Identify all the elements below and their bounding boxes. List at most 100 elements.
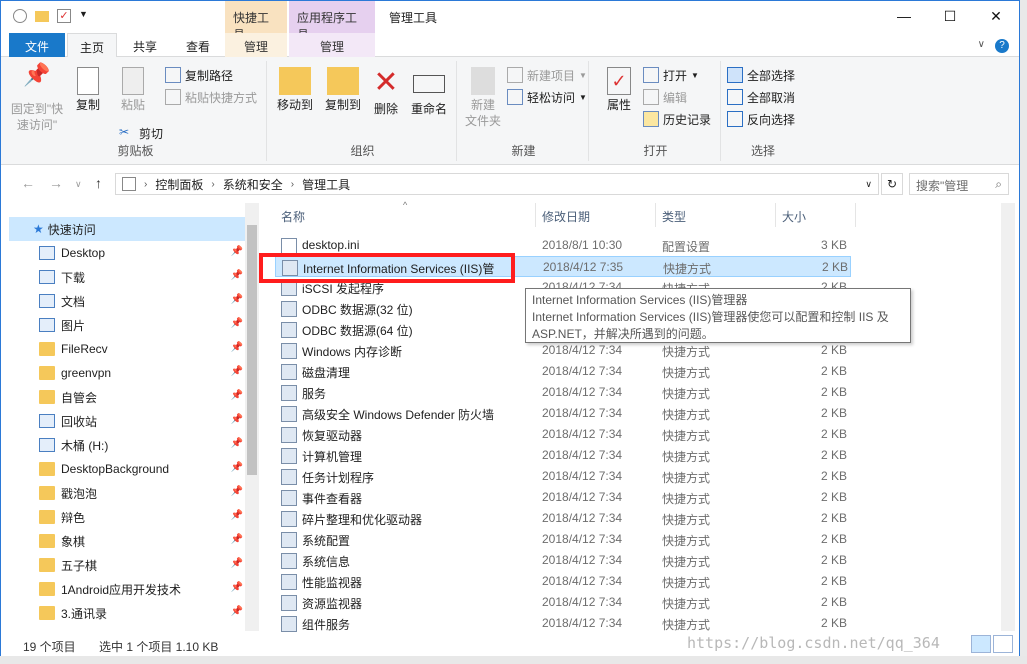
- rename-button[interactable]: 重命名: [407, 67, 451, 117]
- file-row[interactable]: 系统配置 2018/4/12 7:34 快捷方式 2 KB: [275, 529, 851, 550]
- address-dropdown-icon[interactable]: ∨: [865, 179, 872, 190]
- chevron-down-icon[interactable]: ▼: [79, 9, 93, 23]
- pin-icon[interactable]: 📌: [231, 534, 243, 545]
- recent-chevron-icon[interactable]: ∨: [75, 179, 82, 190]
- nav-item[interactable]: FileRecv 📌: [9, 337, 245, 361]
- nav-item[interactable]: 图片 📌: [9, 313, 245, 337]
- pin-icon[interactable]: 📌: [231, 366, 243, 377]
- pin-icon[interactable]: 📌: [231, 582, 243, 593]
- edit-button[interactable]: 编辑: [643, 87, 687, 107]
- tab-home[interactable]: 主页: [67, 33, 117, 58]
- column-date[interactable]: 修改日期: [542, 208, 590, 225]
- pin-icon[interactable]: 📌: [231, 558, 243, 569]
- help-icon[interactable]: ?: [995, 39, 1009, 53]
- copy-path-button[interactable]: 复制路径: [165, 65, 233, 85]
- pin-icon[interactable]: 📌: [231, 390, 243, 401]
- back-arrow-icon[interactable]: ←: [21, 175, 35, 191]
- copy-to-button[interactable]: 复制到: [321, 67, 365, 113]
- nav-item[interactable]: 象棋 📌: [9, 529, 245, 553]
- tab-view[interactable]: 查看: [173, 33, 223, 57]
- copy-button[interactable]: 复制: [69, 67, 107, 113]
- file-row[interactable]: 磁盘清理 2018/4/12 7:34 快捷方式 2 KB: [275, 361, 851, 382]
- file-row[interactable]: 恢复驱动器 2018/4/12 7:34 快捷方式 2 KB: [275, 424, 851, 445]
- list-scrollbar[interactable]: [1001, 203, 1015, 631]
- paste-button[interactable]: 粘贴: [113, 67, 153, 113]
- properties-qat-icon[interactable]: [13, 9, 27, 23]
- address-bar[interactable]: › 控制面板 › 系统和安全 › 管理工具 ∨: [115, 173, 879, 195]
- pin-icon[interactable]: 📌: [231, 462, 243, 473]
- file-row[interactable]: 系统信息 2018/4/12 7:34 快捷方式 2 KB: [275, 550, 851, 571]
- tab-manage-app[interactable]: 管理: [289, 33, 375, 57]
- file-row[interactable]: 资源监视器 2018/4/12 7:34 快捷方式 2 KB: [275, 592, 851, 613]
- pin-quick-access-button[interactable]: 📌 固定到"快 速访问": [9, 64, 65, 133]
- file-row[interactable]: 计算机管理 2018/4/12 7:34 快捷方式 2 KB: [275, 445, 851, 466]
- nav-item[interactable]: Desktop 📌: [9, 241, 245, 265]
- nav-item[interactable]: 戳泡泡 📌: [9, 481, 245, 505]
- column-size[interactable]: 大小: [782, 208, 806, 225]
- pin-icon[interactable]: 📌: [231, 246, 243, 257]
- history-button[interactable]: 历史记录: [643, 109, 711, 129]
- file-row[interactable]: 服务 2018/4/12 7:34 快捷方式 2 KB: [275, 382, 851, 403]
- nav-item[interactable]: 3.通讯录 📌: [9, 601, 245, 625]
- new-item-button[interactable]: 新建项目 ▼: [507, 65, 587, 85]
- pin-icon[interactable]: 📌: [231, 318, 243, 329]
- nav-item[interactable]: 下载 📌: [9, 265, 245, 289]
- cut-button[interactable]: ✂ 剪切: [119, 123, 163, 143]
- nav-item[interactable]: 1Android应用开发技术 📌: [9, 577, 245, 601]
- forward-arrow-icon[interactable]: →: [49, 175, 63, 191]
- check-qat-icon[interactable]: ✓: [57, 9, 71, 23]
- pin-icon[interactable]: 📌: [231, 606, 243, 617]
- nav-scrollbar-thumb[interactable]: [247, 225, 257, 475]
- file-row[interactable]: 事件查看器 2018/4/12 7:34 快捷方式 2 KB: [275, 487, 851, 508]
- details-view-icon[interactable]: [971, 635, 991, 653]
- search-input[interactable]: 搜索"管理 ⌕: [909, 173, 1009, 195]
- file-row[interactable]: 组件服务 2018/4/12 7:34 快捷方式 2 KB: [275, 613, 851, 634]
- refresh-button[interactable]: ↻: [881, 173, 903, 195]
- move-to-button[interactable]: 移动到: [273, 67, 317, 113]
- invert-selection-button[interactable]: 反向选择: [727, 109, 795, 129]
- maximize-button[interactable]: ☐: [927, 1, 973, 31]
- large-icons-view-icon[interactable]: [993, 635, 1013, 653]
- paste-shortcut-button[interactable]: 粘贴快捷方式: [165, 87, 257, 107]
- minimize-button[interactable]: —: [881, 1, 927, 31]
- nav-item[interactable]: 文档 📌: [9, 289, 245, 313]
- file-row[interactable]: 性能监视器 2018/4/12 7:34 快捷方式 2 KB: [275, 571, 851, 592]
- select-all-button[interactable]: 全部选择: [727, 65, 795, 85]
- delete-button[interactable]: ✕ 删除: [369, 67, 403, 117]
- tab-manage-shortcut[interactable]: 管理: [225, 33, 287, 57]
- nav-quick-access[interactable]: ★ 快速访问: [9, 217, 245, 241]
- pin-icon[interactable]: 📌: [231, 294, 243, 305]
- close-button[interactable]: ✕: [973, 1, 1019, 31]
- breadcrumb-system-security[interactable]: 系统和安全: [223, 176, 283, 193]
- pin-icon[interactable]: 📌: [231, 270, 243, 281]
- file-row[interactable]: 任务计划程序 2018/4/12 7:34 快捷方式 2 KB: [275, 466, 851, 487]
- nav-item[interactable]: 五子棋 📌: [9, 553, 245, 577]
- file-row[interactable]: 碎片整理和优化驱动器 2018/4/12 7:34 快捷方式 2 KB: [275, 508, 851, 529]
- pin-icon[interactable]: 📌: [231, 510, 243, 521]
- chevron-down-icon[interactable]: ∨: [978, 39, 985, 53]
- tab-file[interactable]: 文件: [9, 33, 65, 57]
- file-row[interactable]: 高级安全 Windows Defender 防火墙 2018/4/12 7:34 快…: [275, 403, 851, 424]
- tab-share[interactable]: 共享: [121, 33, 169, 57]
- pin-icon[interactable]: 📌: [231, 342, 243, 353]
- select-none-button[interactable]: 全部取消: [727, 87, 795, 107]
- open-button[interactable]: 打开 ▼: [643, 65, 699, 85]
- pin-icon[interactable]: 📌: [231, 438, 243, 449]
- up-arrow-icon[interactable]: ↑: [95, 175, 102, 191]
- new-folder-button[interactable]: 新建 文件夹: [463, 67, 503, 129]
- nav-item[interactable]: 自管会 📌: [9, 385, 245, 409]
- nav-scrollbar[interactable]: [245, 203, 259, 631]
- column-type[interactable]: 类型: [662, 208, 686, 225]
- breadcrumb-admin-tools[interactable]: 管理工具: [302, 176, 350, 193]
- nav-item[interactable]: 辩色 📌: [9, 505, 245, 529]
- pin-icon[interactable]: 📌: [231, 486, 243, 497]
- file-row[interactable]: Windows 内存诊断 2018/4/12 7:34 快捷方式 2 KB: [275, 340, 851, 361]
- pin-icon[interactable]: 📌: [231, 414, 243, 425]
- nav-item[interactable]: 木桶 (H:) 📌: [9, 433, 245, 457]
- properties-button[interactable]: ✓ 属性: [599, 67, 639, 113]
- column-name[interactable]: 名称: [281, 208, 305, 225]
- breadcrumb-control-panel[interactable]: 控制面板: [155, 176, 203, 193]
- nav-item[interactable]: DesktopBackground 📌: [9, 457, 245, 481]
- new-folder-qat-icon[interactable]: [35, 10, 49, 22]
- nav-item[interactable]: 回收站 📌: [9, 409, 245, 433]
